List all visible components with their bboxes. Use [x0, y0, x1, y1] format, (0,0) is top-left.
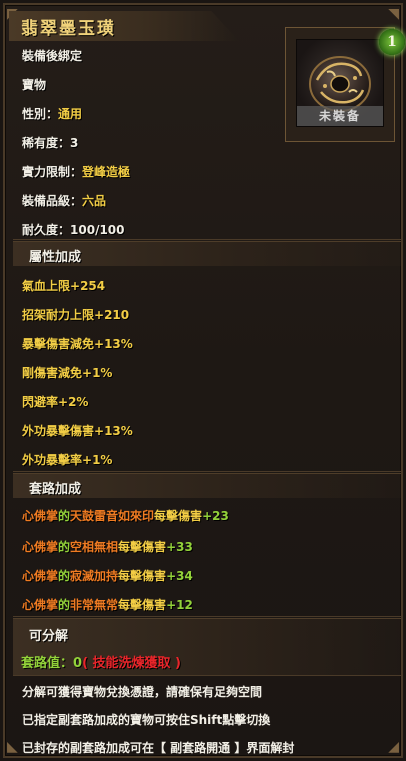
- notice-text: 已指定副套路加成的寶物可按住Shift點擊切換: [22, 713, 271, 727]
- power-limit-value: 登峰造極: [82, 165, 131, 179]
- route-row: 心佛掌的寂滅加持每擊傷害+34: [22, 569, 193, 583]
- decompose-header: 可分解: [29, 629, 69, 644]
- gender-value: 通用: [58, 107, 83, 121]
- bind-status: 裝備後綁定: [22, 49, 83, 63]
- route-header-bar: 套路加成: [13, 473, 401, 498]
- corner-ornament-icon: ◣: [7, 739, 18, 755]
- attributes-header-bar: 屬性加成: [13, 241, 401, 266]
- corner-ornament-icon: ◢: [388, 739, 399, 755]
- item-title: 翡翠墨玉璜: [21, 19, 116, 39]
- jade-pendant-icon: 未裝备: [296, 39, 384, 127]
- divider: [13, 616, 401, 617]
- route-row: 心佛掌的天鼓雷音如來印每擊傷害+23: [22, 509, 229, 523]
- grade-row: 裝備品級：六品: [22, 192, 106, 209]
- rarity-value: 3: [70, 136, 79, 150]
- durability-row: 耐久度：100/100: [22, 221, 125, 238]
- item-type: 寶物: [22, 78, 47, 92]
- equip-status-label: 未裝备: [318, 109, 361, 123]
- power-limit-label: 實力限制：: [22, 165, 83, 179]
- notice-text: 分解可獲得寶物兌換憑證，請確保有足夠空間: [22, 685, 263, 699]
- notice-text: 已封存的副套路加成可在【 副套路開通 】界面解封: [22, 741, 295, 755]
- durability-label: 耐久度：: [22, 223, 71, 237]
- attribute-row: 外功暴擊傷害+13%: [22, 424, 133, 438]
- attribute-row: 招架耐力上限+210: [22, 308, 130, 322]
- attributes-header: 屬性加成: [29, 250, 82, 265]
- attribute-row: 暴擊傷害減免+13%: [22, 337, 133, 351]
- gender-row: 性別：通用: [22, 105, 82, 122]
- divider: [13, 675, 401, 676]
- route-row: 心佛掌的非常無常每擊傷害+12: [22, 598, 193, 612]
- divider: [13, 471, 401, 472]
- route-row: 心佛掌的空相無相每擊傷害+33: [22, 540, 193, 554]
- attribute-row: 外功暴擊率+1%: [22, 453, 113, 467]
- attribute-row: 氣血上限+254: [22, 279, 106, 293]
- rarity-label: 稀有度：: [22, 136, 71, 150]
- item-tooltip: ◤ ◥ ◣ ◢ 翡翠墨玉璜 裝備後綁定 寶物 性別：通用 稀有度：3 實力限制：…: [3, 3, 405, 758]
- route-value-row: 套路值：0( 技能洗煉獲取 ): [21, 656, 181, 671]
- route-header: 套路加成: [29, 482, 82, 497]
- grade-value: 六品: [82, 194, 107, 208]
- level-badge-icon: 1: [379, 29, 405, 55]
- grade-label: 裝備品級：: [22, 194, 83, 208]
- corner-ornament-icon: ◥: [388, 6, 399, 22]
- attribute-row: 閃避率+2%: [22, 395, 89, 409]
- attribute-row: 剛傷害減免+1%: [22, 366, 113, 380]
- gender-label: 性別：: [22, 107, 59, 121]
- rarity-row: 稀有度：3: [22, 134, 78, 151]
- divider: [13, 239, 401, 240]
- durability-value: 100/100: [70, 223, 125, 237]
- decompose-section: 可分解 套路值：0( 技能洗煉獲取 ): [13, 618, 401, 675]
- power-limit-row: 實力限制：登峰造極: [22, 163, 130, 180]
